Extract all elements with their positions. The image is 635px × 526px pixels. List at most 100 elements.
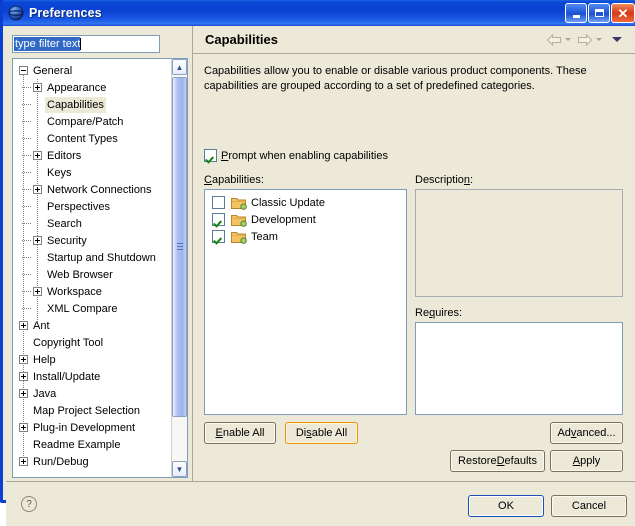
close-icon: ✕ (617, 5, 629, 21)
tree-item-run-debug[interactable]: Run/Debug (13, 453, 172, 470)
description-label: Description: (415, 174, 473, 186)
tree-item-label: General (33, 64, 73, 77)
capability-row[interactable]: Development (205, 211, 406, 228)
expand-icon[interactable] (19, 389, 28, 398)
requires-box[interactable] (415, 322, 623, 415)
capability-label: Team (251, 230, 278, 243)
folder-icon (231, 231, 247, 244)
tree-item-label: XML Compare (47, 302, 118, 315)
expand-icon[interactable] (33, 185, 42, 194)
restore-defaults-button[interactable]: Restore Defaults (450, 450, 545, 472)
tree-item-readme-example[interactable]: Readme Example (13, 436, 172, 453)
tree-item-label: Map Project Selection (33, 404, 140, 417)
view-menu-icon[interactable] (612, 37, 622, 42)
help-icon[interactable]: ? (21, 496, 37, 512)
scroll-down-button[interactable]: ▼ (172, 461, 187, 477)
prompt-when-enabling-row[interactable]: Prompt when enabling capabilities (204, 149, 388, 162)
expand-icon[interactable] (19, 321, 28, 330)
capability-row[interactable]: Team (205, 228, 406, 245)
scrollbar-track[interactable] (172, 75, 187, 461)
expand-icon[interactable] (19, 423, 28, 432)
capability-checkbox[interactable] (212, 213, 225, 226)
enable-all-button[interactable]: Enable All (204, 422, 276, 444)
close-button[interactable]: ✕ (611, 3, 635, 23)
tree-item-label: Perspectives (47, 200, 110, 213)
tree-item-label: Workspace (47, 285, 102, 298)
chevron-down-icon: ▼ (175, 464, 184, 474)
ok-button[interactable]: OK (468, 495, 544, 517)
tree-item-label: Network Connections (47, 183, 152, 196)
filter-input[interactable]: type filter text (12, 35, 160, 53)
tree-item-label: Search (47, 217, 82, 230)
expand-icon[interactable] (19, 457, 28, 466)
tree-items: General Appearance Capabilities Compare/Pat… (13, 59, 172, 470)
dialog-footer: ? OK Cancel (6, 481, 635, 526)
label-rest: apabilities: (211, 174, 264, 186)
scroll-up-button[interactable]: ▲ (172, 59, 187, 75)
requires-label: Requires: (415, 307, 462, 319)
tree-item-general[interactable]: General (13, 62, 172, 79)
folder-icon (231, 197, 247, 210)
forward-arrow-icon[interactable] (577, 33, 593, 46)
tree-item-map-project-selection[interactable]: Map Project Selection (13, 402, 172, 419)
tree-item-label: Install/Update (33, 370, 101, 383)
tree-item-label: Keys (47, 166, 72, 179)
tree-item-label: Capabilities (45, 96, 106, 113)
capabilities-list[interactable]: Classic Update Development Team (204, 189, 407, 415)
label-rest: able All (311, 427, 348, 439)
prompt-when-enabling-label: Prompt when enabling capabilities (221, 150, 388, 162)
expand-icon[interactable] (33, 236, 42, 245)
chevron-up-icon: ▲ (175, 62, 184, 72)
tree-item-label: Java (33, 387, 57, 400)
tree-item-label: Readme Example (33, 438, 121, 451)
expand-icon[interactable] (33, 83, 42, 92)
tree-scrollbar[interactable]: ▲ ▼ (171, 59, 187, 477)
cancel-button[interactable]: Cancel (551, 495, 627, 517)
maximize-button[interactable] (588, 3, 610, 23)
expand-icon[interactable] (33, 287, 42, 296)
tree-item-copyright-tool[interactable]: Copyright Tool (13, 334, 172, 351)
tree-item-plug-in-development[interactable]: Plug-in Development (13, 419, 172, 436)
dialog-content: type filter text General Appearance Capabi… (6, 26, 635, 526)
back-dropdown-icon[interactable] (565, 38, 571, 41)
tree-item-java[interactable]: Java (13, 385, 172, 402)
apply-button[interactable]: Apply (550, 450, 623, 472)
mnemonic: D (496, 455, 505, 467)
preferences-tree[interactable]: General Appearance Capabilities Compare/Pat… (12, 58, 188, 478)
tree-item-help[interactable]: Help (13, 351, 172, 368)
capability-row[interactable]: Classic Update (205, 194, 406, 211)
scrollbar-thumb[interactable] (172, 77, 187, 417)
forward-dropdown-icon[interactable] (596, 38, 602, 41)
label-part: Restore (458, 455, 497, 467)
tree-item-label: Content Types (47, 132, 118, 145)
expand-icon[interactable] (19, 372, 28, 381)
capabilities-page: Capabilities Capabilities allow you to e… (192, 26, 635, 481)
minimize-button[interactable] (565, 3, 587, 23)
label-part: Ad (557, 427, 571, 439)
page-nav-icons (546, 33, 625, 46)
preferences-dialog: Preferences ✕ type filter text General Ap… (0, 0, 635, 526)
tree-guide-line (37, 79, 38, 322)
tree-guide-line (23, 71, 24, 464)
capability-checkbox[interactable] (212, 230, 225, 243)
tree-item-label: Appearance (47, 81, 107, 94)
prompt-when-enabling-checkbox[interactable] (204, 149, 217, 162)
expand-icon[interactable] (19, 355, 28, 364)
collapse-icon[interactable] (19, 66, 28, 75)
tree-item-label: Run/Debug (33, 455, 89, 468)
page-title: Capabilities (205, 32, 278, 47)
capability-label: Development (251, 213, 316, 226)
back-arrow-icon[interactable] (546, 33, 562, 46)
tree-item-label: Ant (33, 319, 50, 332)
label-part: Descriptio (415, 174, 464, 186)
window-controls: ✕ (564, 3, 635, 23)
page-header: Capabilities (193, 26, 635, 54)
capability-checkbox[interactable] (212, 196, 225, 209)
expand-icon[interactable] (33, 151, 42, 160)
tree-item-install-update[interactable]: Install/Update (13, 368, 172, 385)
disable-all-button[interactable]: Di s able All (285, 422, 358, 444)
title-bar[interactable]: Preferences ✕ (3, 0, 635, 26)
eclipse-globe-icon (8, 5, 24, 21)
label-rest: pply (580, 455, 601, 467)
advanced-button[interactable]: Ad v anced... (550, 422, 623, 444)
